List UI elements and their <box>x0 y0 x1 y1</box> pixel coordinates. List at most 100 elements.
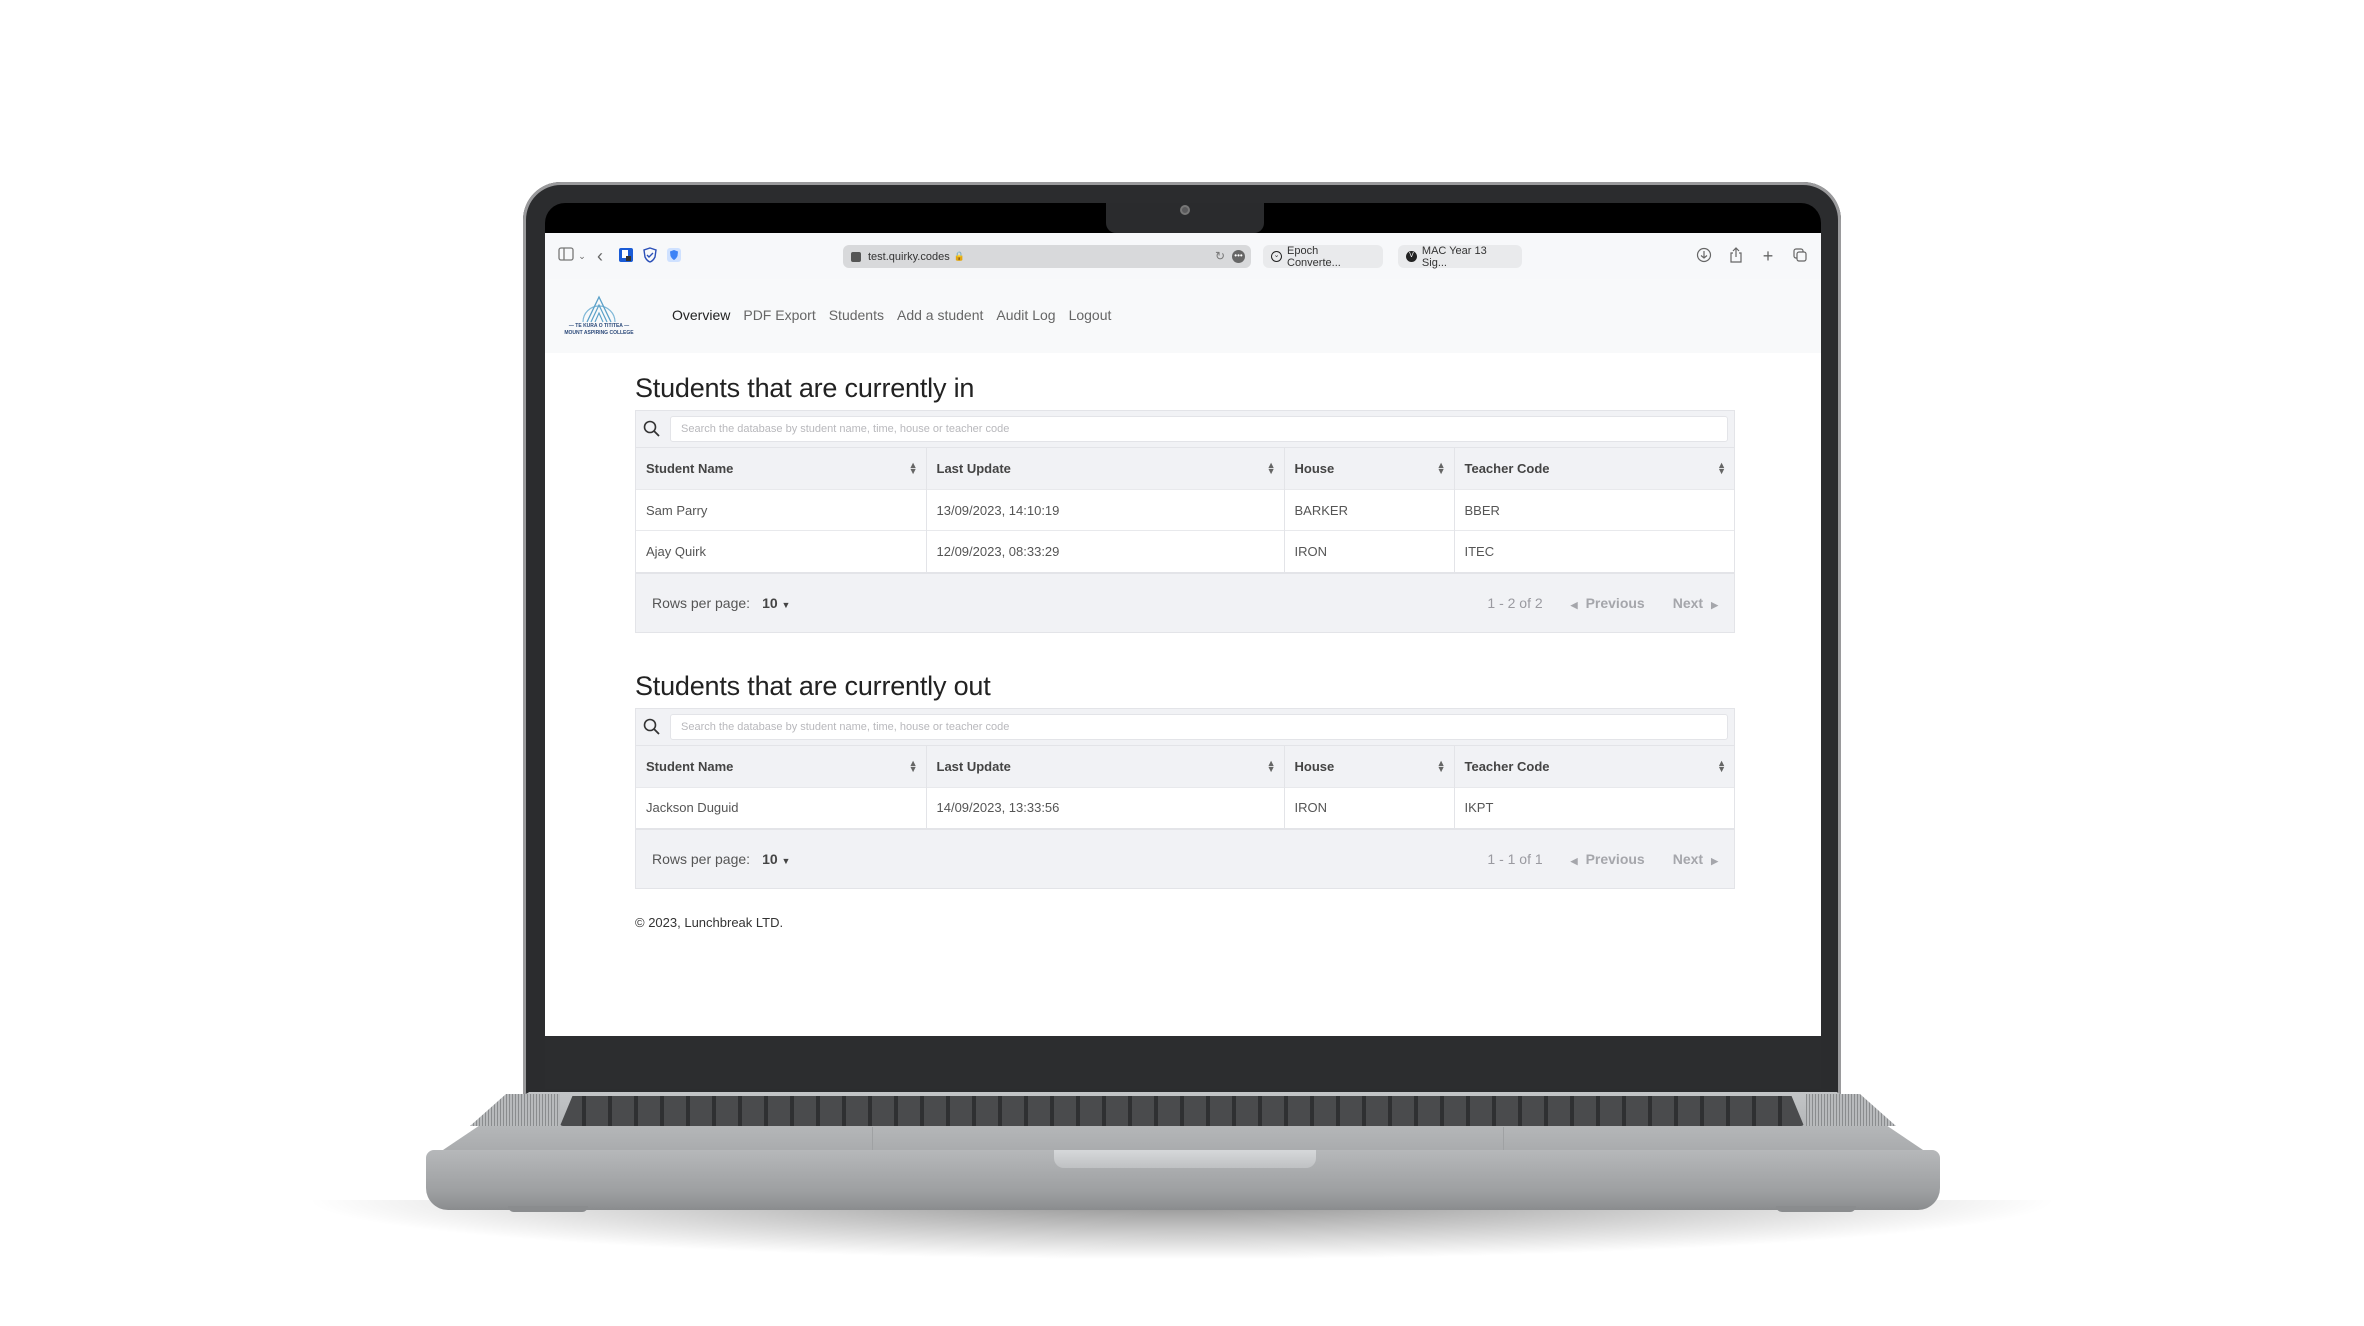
rows-per-page-value: 10 <box>762 851 778 867</box>
privacy-shield-icon[interactable] <box>665 247 683 265</box>
page-range: 1 - 1 of 1 <box>1487 851 1543 867</box>
search-input[interactable] <box>670 416 1728 442</box>
rows-per-page-select[interactable]: 10 ▼ <box>762 595 790 611</box>
sort-icon[interactable]: ▲ ▼ <box>909 461 918 476</box>
download-icon[interactable] <box>1695 247 1713 265</box>
rows-per-page-label: Rows per page: <box>652 594 751 611</box>
pager-controls: 1 - 2 of 2 ◀ Previous Next ▶ <box>1487 595 1718 611</box>
new-tab-icon[interactable]: + <box>1759 247 1777 265</box>
site-header: — TE KURA O TITITEA — MOUNT ASPIRING COL… <box>545 279 1821 353</box>
cell-teacher-code: IKPT <box>1454 786 1734 828</box>
table-row[interactable]: Sam Parry 13/09/2023, 14:10:19 BARKER BB… <box>636 489 1734 531</box>
tab-mac-year-13[interactable]: V MAC Year 13 Sig... <box>1398 245 1522 269</box>
sort-icon[interactable]: ▲ ▼ <box>1267 461 1276 476</box>
shield-check-icon[interactable] <box>641 247 659 265</box>
browser-window: ⌄ ‹ test.quirky.codes 🔒 ↻ ••• ⌄ Epoch Co… <box>545 233 1821 1036</box>
cell-student-name: Jackson Duguid <box>636 786 927 828</box>
caret-right-icon: ▶ <box>1711 856 1718 866</box>
sort-icon[interactable]: ▲ ▼ <box>1267 758 1276 773</box>
column-label: Student Name <box>646 461 734 476</box>
laptop-foot-right <box>1776 1206 1856 1212</box>
cell-student-name: Ajay Quirk <box>636 530 927 572</box>
password-manager-icon[interactable] <box>617 247 635 265</box>
cell-student-name: Sam Parry <box>636 489 927 531</box>
table-row[interactable]: Jackson Duguid 14/09/2023, 13:33:56 IRON… <box>636 786 1734 828</box>
sort-icon[interactable]: ▲ ▼ <box>1437 758 1446 773</box>
keyboard <box>560 1096 1804 1126</box>
nav-pdf-export[interactable]: PDF Export <box>743 307 815 323</box>
url-text: test.quirky.codes <box>868 250 950 263</box>
nav-students[interactable]: Students <box>829 307 884 323</box>
cell-last-update: 12/09/2023, 08:33:29 <box>926 530 1285 572</box>
students-out-table: Student Name ▲▼ Last Update ▲▼ House ▲▼ Tea… <box>635 707 1735 889</box>
nav-audit-log[interactable]: Audit Log <box>996 307 1055 323</box>
sort-icon[interactable]: ▲ ▼ <box>1717 758 1726 773</box>
pagination: Rows per page: 10 ▼ 1 - 2 of 2 ◀ Previous… <box>636 571 1734 632</box>
next-button[interactable]: Next ▶ <box>1673 595 1718 611</box>
lock-icon: 🔒 <box>953 251 965 261</box>
search-row <box>636 709 1734 745</box>
clock-icon: ⌄ <box>1271 251 1282 262</box>
rows-per-page-value: 10 <box>762 594 778 611</box>
next-button[interactable]: Next ▶ <box>1673 851 1718 867</box>
trackpad <box>872 1127 1504 1151</box>
previous-label: Previous <box>1585 594 1645 611</box>
column-header-student-name[interactable]: Student Name ▲ ▼ <box>636 744 927 787</box>
rows-per-page-select[interactable]: 10 ▼ <box>762 851 790 867</box>
column-label: House <box>1294 758 1335 774</box>
speaker-grille-right <box>1806 1094 1896 1126</box>
column-header-last-update[interactable]: Last Update ▲ ▼ <box>926 447 1285 490</box>
footer-copyright: © 2023, Lunchbreak LTD. <box>635 915 784 930</box>
nav-overview[interactable]: Overview <box>672 307 730 323</box>
nav-logout[interactable]: Logout <box>1069 307 1112 323</box>
next-label: Next <box>1672 851 1704 867</box>
browser-toolbar: ⌄ ‹ test.quirky.codes 🔒 ↻ ••• ⌄ Epoch Co… <box>545 233 1821 279</box>
laptop-mockup: ⌄ ‹ test.quirky.codes 🔒 ↻ ••• ⌄ Epoch Co… <box>0 0 2364 1326</box>
column-header-house[interactable]: House ▲ ▼ <box>1284 744 1455 787</box>
table-row[interactable]: Ajay Quirk 12/09/2023, 08:33:29 IRON ITE… <box>636 530 1734 572</box>
site-logo-icon: V <box>1406 251 1417 262</box>
address-bar[interactable]: test.quirky.codes 🔒 ↻ ••• <box>843 245 1251 268</box>
column-header-house[interactable]: House ▲ ▼ <box>1284 447 1455 490</box>
back-arrow-icon[interactable]: ‹ <box>591 247 609 265</box>
previous-button[interactable]: ◀ Previous <box>1571 595 1645 611</box>
caret-right-icon: ▶ <box>1711 599 1718 610</box>
laptop-foot-left <box>508 1206 588 1212</box>
more-icon[interactable]: ••• <box>1232 250 1245 263</box>
column-header-student-name[interactable]: Student Name ▲ ▼ <box>636 447 927 490</box>
pager-controls: 1 - 1 of 1 ◀ Previous Next ▶ <box>1487 851 1718 867</box>
search-icon <box>642 419 662 439</box>
caret-left-icon: ◀ <box>1570 599 1578 610</box>
cell-last-update: 13/09/2023, 14:10:19 <box>926 489 1285 531</box>
main-nav: Overview PDF Export Students Add a stude… <box>672 307 1111 323</box>
logo-text-maori: — TE KURA O TITITEA — <box>568 323 630 329</box>
data-table: Student Name ▲ ▼ Last Update ▲ ▼ House ▲ ▼ Tea… <box>636 744 1734 828</box>
reload-icon[interactable]: ↻ <box>1215 249 1225 263</box>
chevron-down-icon[interactable]: ⌄ <box>573 247 591 265</box>
search-input[interactable] <box>670 713 1728 740</box>
column-label: Last Update <box>936 461 1011 476</box>
tab-epoch-converter[interactable]: ⌄ Epoch Converte... <box>1263 244 1383 269</box>
school-logo[interactable]: — TE KURA O TITITEA — MOUNT ASPIRING COL… <box>555 289 643 343</box>
sort-icon[interactable]: ▲ ▼ <box>909 758 918 773</box>
column-label: Last Update <box>936 758 1011 774</box>
caret-down-icon: ▼ <box>781 856 791 866</box>
column-label: Teacher Code <box>1464 758 1550 774</box>
share-icon[interactable] <box>1727 247 1745 265</box>
cell-last-update: 14/09/2023, 13:33:56 <box>926 786 1285 828</box>
sort-icon[interactable]: ▲ ▼ <box>1717 461 1726 476</box>
mountain-logo-icon <box>582 295 616 323</box>
sort-icon[interactable]: ▲ ▼ <box>1437 461 1446 476</box>
tab-overview-icon[interactable] <box>1791 247 1809 265</box>
search-icon <box>642 717 662 737</box>
logo-text-english: MOUNT ASPIRING COLLEGE <box>564 330 634 336</box>
page-range: 1 - 2 of 2 <box>1487 594 1543 611</box>
section-title-in: Students that are currently in <box>635 373 975 403</box>
column-header-teacher-code[interactable]: Teacher Code ▲ ▼ <box>1454 447 1734 490</box>
screen-chin <box>545 1036 1821 1089</box>
previous-button[interactable]: ◀ Previous <box>1571 851 1645 867</box>
column-header-teacher-code[interactable]: Teacher Code ▲ ▼ <box>1454 744 1734 787</box>
nav-add-student[interactable]: Add a student <box>897 307 983 323</box>
tab-label: Epoch Converte... <box>1287 244 1341 269</box>
column-header-last-update[interactable]: Last Update ▲ ▼ <box>926 744 1285 787</box>
